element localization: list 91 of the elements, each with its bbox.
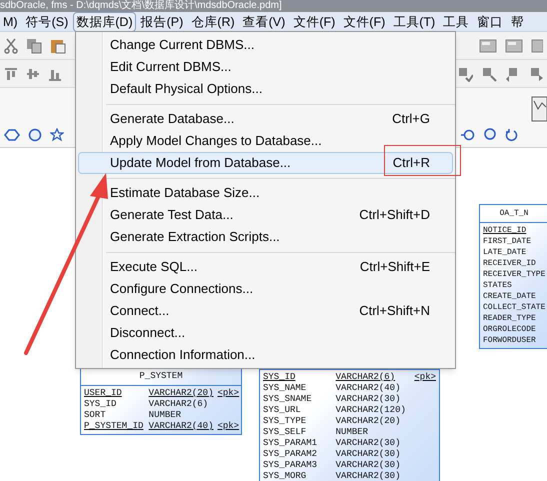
menu-option[interactable]: Generate Test Data... Ctrl+Shift+D — [78, 204, 453, 226]
menu-option[interactable]: Update Model from Database... Ctrl+R — [78, 152, 453, 174]
column-type: VARCHAR2(120) — [336, 405, 406, 416]
column-type: VARCHAR2(30) — [336, 460, 400, 471]
menu-item[interactable]: 工具(T) — [390, 12, 438, 32]
menu-option[interactable]: Configure Connections... — [78, 278, 453, 300]
menu-option[interactable]: Edit Current DBMS... — [78, 56, 453, 78]
menu-option[interactable]: Execute SQL... Ctrl+Shift+E — [78, 256, 453, 278]
column-type: VARCHAR2(6) — [336, 372, 396, 383]
menu-item[interactable]: 文件(F) — [340, 12, 388, 32]
menu-item[interactable]: 查看(V) — [240, 12, 288, 32]
column-name: SYS_PARAM1 — [263, 438, 318, 449]
circle-icon[interactable] — [483, 128, 497, 142]
column-name: SYS_MORG — [263, 471, 308, 481]
star-icon[interactable] — [50, 128, 64, 142]
column-type: VARCHAR2(40) — [148, 421, 214, 432]
menu-item[interactable]: 报告(P) — [138, 12, 186, 32]
key-label: <pk> — [216, 388, 240, 399]
column-type: VARCHAR2(30) — [336, 394, 400, 405]
menu-option[interactable]: Apply Model Changes to Database... — [78, 130, 453, 152]
column-name: SORT — [84, 410, 107, 421]
column-name: COLLECT_STATE — [483, 302, 546, 313]
circle-icon[interactable] — [28, 128, 42, 142]
column-name: SYS_SNAME — [263, 394, 313, 405]
menu-option[interactable]: Generate Extraction Scripts... — [78, 226, 453, 248]
column-name: FORWORDUSER — [483, 335, 536, 346]
node-icon[interactable] — [457, 66, 473, 82]
menu-option[interactable]: Generate Database... Ctrl+G — [78, 108, 453, 130]
menu-item[interactable]: M) — [0, 12, 21, 32]
align-top-icon[interactable] — [4, 66, 18, 82]
column-name: USER_ID — [84, 388, 123, 399]
column-name: RECEIVER_ID — [483, 258, 536, 269]
column-name: STATES — [483, 280, 512, 291]
column-type: VARCHAR2(30) — [336, 471, 400, 481]
table-name: OA_T_N — [480, 205, 547, 223]
scissors-icon[interactable] — [4, 38, 18, 54]
picture-icon[interactable] — [531, 96, 547, 122]
column-type: VARCHAR2(20) — [336, 416, 400, 427]
column-name: SYS_NAME — [263, 383, 308, 394]
window-icon[interactable] — [531, 38, 543, 54]
menu-item[interactable]: 符号(S) — [22, 12, 72, 32]
shortcut-text: Ctrl+Shift+D — [359, 206, 430, 224]
column-type: VARCHAR2(30) — [336, 438, 400, 449]
lollipop-icon[interactable] — [461, 128, 475, 142]
column-name: SYS_SELF — [263, 427, 308, 438]
column-type: VARCHAR2(20) — [148, 388, 214, 399]
shortcut-text: Ctrl+Shift+N — [359, 302, 430, 320]
column-name: SYS_URL — [263, 405, 302, 416]
column-name: ORGROLECODE — [483, 324, 536, 335]
menu-item[interactable]: 数据库(D) — [73, 12, 136, 32]
menu-option[interactable]: Connection Information... — [78, 344, 453, 366]
shortcut-text: Ctrl+Shift+E — [360, 258, 430, 276]
column-name: P_SYSTEM_ID — [84, 421, 144, 432]
column-name: FIRST_DATE — [483, 236, 532, 247]
menu-option[interactable]: Disconnect... — [78, 322, 453, 344]
menu-option[interactable]: Default Physical Options... — [78, 78, 453, 100]
menu-option[interactable]: Change Current DBMS... — [78, 34, 453, 56]
column-name: RECEIVER_TYPE — [483, 269, 546, 280]
shortcut-text: Ctrl+G — [392, 110, 430, 128]
column-name: SYS_ID — [84, 399, 118, 410]
key-label: <pk> — [216, 421, 240, 432]
menu-option[interactable]: Estimate Database Size... — [78, 182, 453, 204]
menu-item[interactable]: 窗口 — [474, 12, 506, 32]
column-name: SYS_TYPE — [263, 416, 308, 427]
node-icon[interactable] — [481, 66, 497, 82]
column-type: VARCHAR2(30) — [336, 449, 400, 460]
column-type: VARCHAR2(6) — [148, 399, 208, 410]
column-type: VARCHAR2(40) — [336, 383, 400, 394]
key-label: <pk> — [413, 372, 436, 383]
column-name: LATE_DATE — [483, 247, 526, 258]
column-type: NUMBER — [336, 427, 368, 438]
column-name: CREATE_DATE — [483, 291, 536, 302]
refresh-icon[interactable] — [505, 128, 519, 142]
copy-icon[interactable] — [26, 38, 42, 54]
menu-option[interactable]: Connect... Ctrl+Shift+N — [78, 300, 453, 322]
menu-item[interactable]: 帮 — [508, 12, 528, 32]
menu-item[interactable]: 仓库(R) — [188, 12, 238, 32]
column-name: READER_TYPE — [483, 313, 536, 324]
column-name: SYS_ID — [263, 372, 296, 383]
paste-icon[interactable] — [50, 38, 66, 54]
window-icon[interactable] — [505, 38, 523, 54]
menu-item[interactable]: 文件(F) — [290, 12, 338, 32]
node-icon[interactable] — [529, 66, 543, 82]
column-name: SYS_PARAM2 — [263, 449, 318, 460]
column-type: NUMBER — [148, 410, 182, 421]
shortcut-text: Ctrl+R — [392, 154, 430, 172]
window-icon[interactable] — [479, 38, 497, 54]
hexagon-icon[interactable] — [4, 128, 20, 140]
menu-item[interactable]: 工具 — [440, 12, 472, 32]
column-name: NOTICE_ID — [483, 225, 526, 236]
column-name: SYS_PARAM3 — [263, 460, 318, 471]
